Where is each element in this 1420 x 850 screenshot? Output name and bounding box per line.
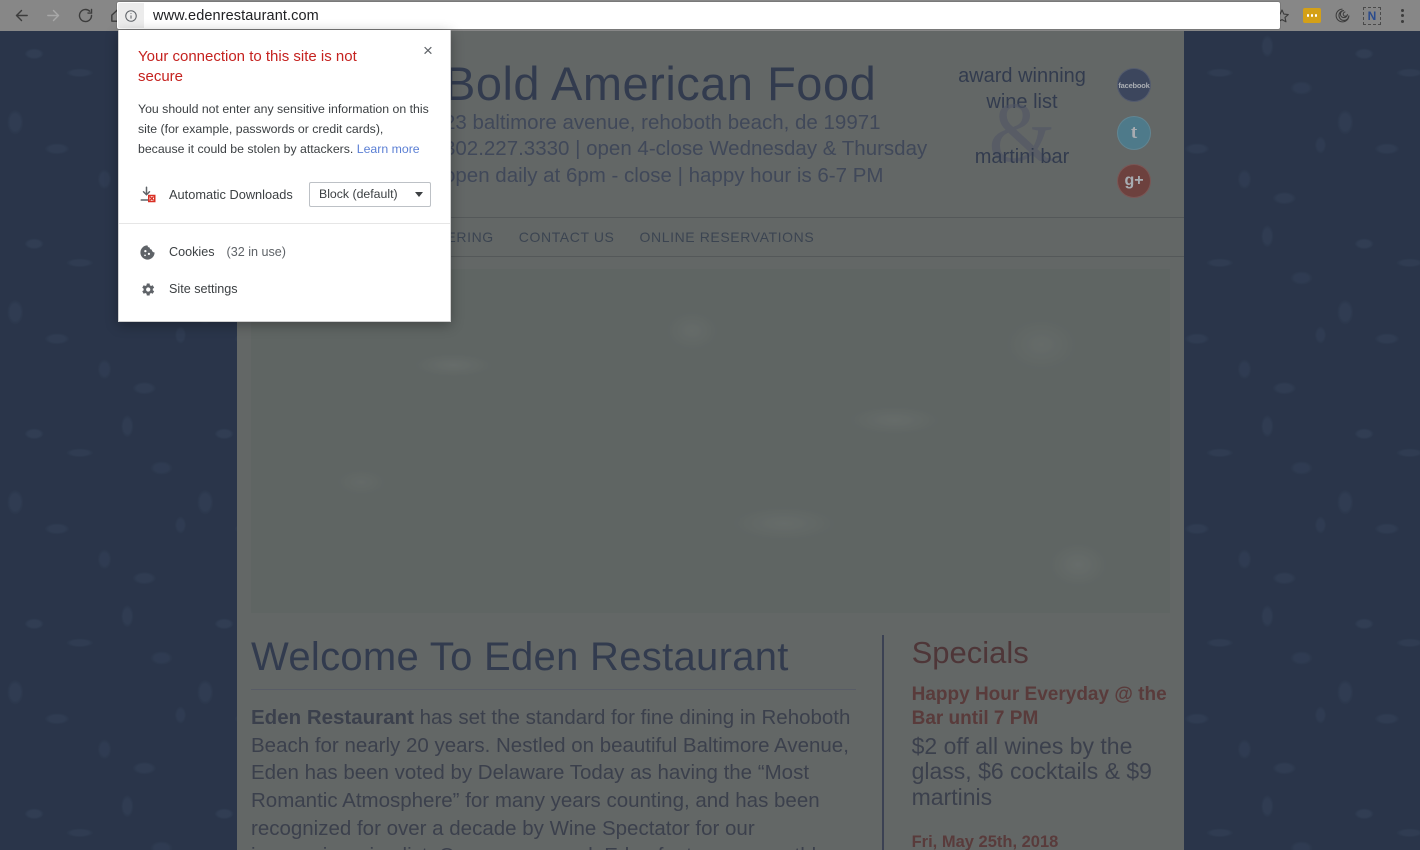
welcome-lead-bold: Eden Restaurant [251,706,414,729]
permission-select[interactable]: Block (default) [309,181,431,207]
chevron-down-icon [415,191,423,197]
back-button[interactable] [6,2,36,30]
forward-button [38,2,68,30]
header-tagline-title: Bold American Food [444,57,877,110]
google-plus-icon-label: g+ [1124,172,1144,189]
bubble-main-section: × Your connection to this site is not se… [119,30,450,223]
header-address: 23 baltimore avenue, rehoboth beach, de … [444,110,881,134]
info-circle-icon[interactable] [118,3,144,28]
learn-more-link[interactable]: Learn more [357,142,420,156]
facebook-icon[interactable]: facebook [1117,68,1151,102]
address-bar-url: www.edenrestaurant.com [153,7,319,24]
cookies-count: (32 in use) [226,245,287,260]
toolbar-right-icons: N [1268,0,1420,31]
special-1-title: Happy Hour Everyday @ the Bar until 7 PM [911,684,1167,730]
permission-row-automatic-downloads: Automatic Downloads Block (default) [138,181,431,207]
automatic-downloads-blocked-icon [138,184,158,204]
permission-select-value: Block (default) [319,187,398,202]
nav-item-contact-us[interactable]: CONTACT US [519,229,615,245]
permission-label: Automatic Downloads [169,186,293,202]
spiral-extension-icon[interactable] [1328,2,1356,30]
screen: eden Bold American Food 23 baltimore ave… [0,0,1420,850]
nav-item-online-reservations[interactable]: ONLINE RESERVATIONS [640,229,815,245]
special-2-date: Fri, May 25th, 2018 [911,832,1059,850]
site-information-bubble: × Your connection to this site is not se… [118,30,451,322]
site-settings-row[interactable]: Site settings [119,271,450,308]
navigation-buttons [0,2,132,30]
notion-extension-label: N [1363,6,1381,25]
address-bar[interactable]: www.edenrestaurant.com [117,2,1280,29]
header-hours-line-2: open daily at 6pm - close | happy hour i… [444,164,884,188]
special-1-body: $2 off all wines by the glass, $6 cockta… [911,732,1152,811]
cookies-label: Cookies [169,245,215,260]
title-divider [251,689,856,690]
header-hours-line-1: 302.227.3330 | open 4-close Wednesday & … [444,137,928,161]
martini-bar-tagline: martini bar [974,146,1070,168]
specials-heading: Specials [911,635,1029,670]
twitter-icon-label: t [1130,122,1138,143]
chrome-menu-icon[interactable] [1388,2,1416,30]
page-title: Welcome To Eden Restaurant [251,635,789,679]
social-links: facebook t g+ [1117,68,1151,198]
cookie-icon [138,243,157,262]
bubble-links-section: Cookies (32 in use) Site settings [119,224,450,321]
gear-icon [138,280,157,299]
specials-column: Specials Happy Hour Everyday @ the Bar u… [881,635,1170,850]
google-plus-icon[interactable]: g+ [1117,164,1151,198]
bubble-description: You should not enter any sensitive infor… [138,99,431,159]
bubble-title: Your connection to this site is not secu… [138,48,357,86]
reload-button[interactable] [70,2,100,30]
twitter-icon[interactable]: t [1117,116,1151,150]
extension-yellow-icon[interactable] [1298,2,1326,30]
header-info-block: Bold American Food 23 baltimore avenue, … [444,57,944,190]
site-settings-label: Site settings [169,282,238,297]
facebook-icon-label: facebook [1118,80,1150,90]
notion-extension-icon[interactable]: N [1358,2,1386,30]
close-icon[interactable]: × [418,40,438,60]
welcome-column: Welcome To Eden Restaurant Eden Restaura… [251,635,882,850]
welcome-paragraph: Eden Restaurant has set the standard for… [251,704,856,850]
main-content: Welcome To Eden Restaurant Eden Restaura… [237,613,1184,850]
cookies-row[interactable]: Cookies (32 in use) [119,234,450,271]
